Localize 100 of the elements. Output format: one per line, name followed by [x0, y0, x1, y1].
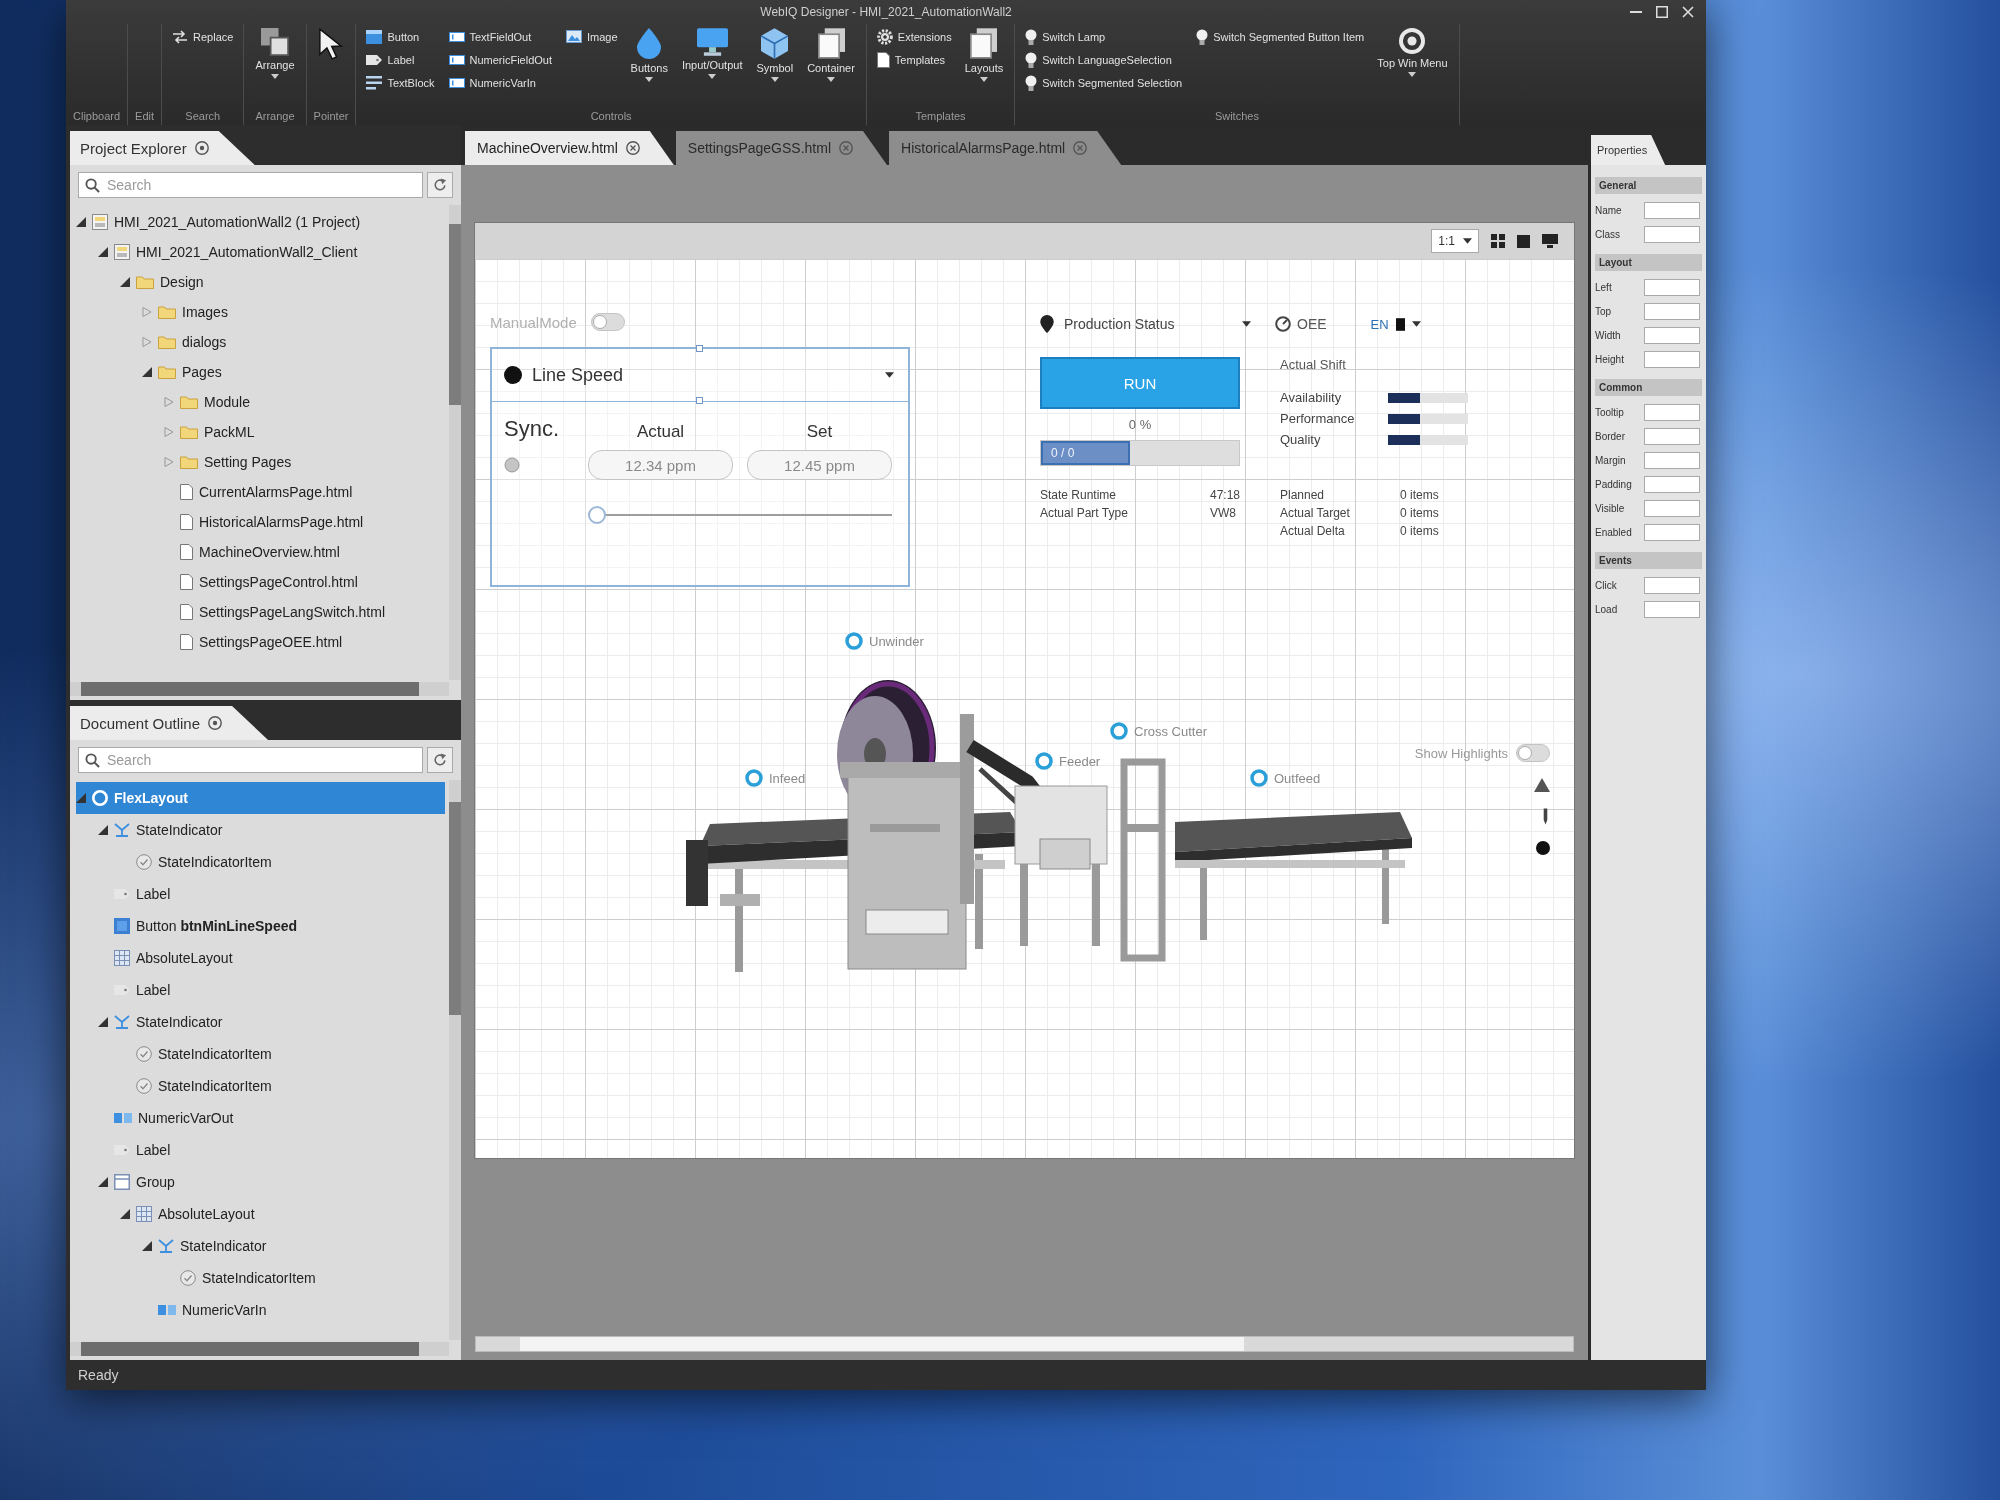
property-field[interactable]: [1644, 326, 1700, 344]
tree-item[interactable]: Button btnMinLineSpeed: [98, 910, 306, 942]
ribbon-button[interactable]: Input/Output: [677, 26, 747, 81]
resize-handle[interactable]: [696, 345, 703, 352]
panel-tab[interactable]: Project Explorer: [70, 131, 255, 165]
document-tab[interactable]: HistoricalAlarmsPage.html: [889, 131, 1122, 165]
tree-item[interactable]: StateIndicatorItem: [120, 846, 280, 878]
scrollbar[interactable]: [70, 682, 449, 696]
tree-item[interactable]: CurrentAlarmsPage.html: [164, 477, 361, 507]
tree-item[interactable]: Pages: [142, 357, 230, 387]
grid-icon[interactable]: [1491, 234, 1505, 248]
section-header[interactable]: Layout: [1595, 254, 1702, 271]
ribbon-button[interactable]: Switch LanguageSelection: [1022, 49, 1186, 70]
tree-item[interactable]: StateIndicator: [142, 1230, 275, 1262]
document-tab[interactable]: MachineOverview.html: [465, 131, 674, 165]
tree-item[interactable]: HMI_2021_AutomationWall2_Client: [98, 237, 366, 267]
monitor-icon[interactable]: [1542, 234, 1558, 248]
tree-item[interactable]: Label: [98, 878, 179, 910]
ribbon-button[interactable]: TextFieldOut: [445, 26, 556, 47]
document-tab[interactable]: SettingsPageGSS.html: [675, 131, 887, 165]
tree-item[interactable]: Setting Pages: [164, 447, 300, 477]
tree-item[interactable]: StateIndicatorItem: [120, 1070, 280, 1102]
ring-icon[interactable]: [1035, 752, 1053, 770]
section-header[interactable]: General: [1595, 177, 1702, 194]
tree-item[interactable]: HMI_2021_AutomationWall2 (1 Project): [76, 207, 369, 237]
ribbon-button[interactable]: Templates: [873, 49, 955, 70]
ribbon-button[interactable]: Replace: [169, 26, 237, 47]
ring-icon[interactable]: [745, 769, 763, 787]
property-field[interactable]: [1644, 201, 1700, 219]
refresh-button[interactable]: [427, 172, 453, 198]
close-icon[interactable]: [625, 141, 640, 155]
property-field[interactable]: [1644, 350, 1700, 368]
section-header[interactable]: Events: [1595, 552, 1702, 569]
scrollbar[interactable]: [70, 1342, 449, 1356]
ribbon-button[interactable]: Extensions: [873, 26, 955, 47]
section-header[interactable]: Common: [1595, 379, 1702, 396]
expand-arrow-icon[interactable]: [120, 1209, 130, 1219]
scrollbar[interactable]: [449, 780, 461, 1340]
tree-item[interactable]: StateIndicator: [98, 814, 231, 846]
ribbon-button[interactable]: Layouts: [960, 26, 1008, 84]
ribbon-button[interactable]: Switch Lamp: [1022, 26, 1186, 47]
ribbon-button[interactable]: Button: [363, 26, 438, 47]
ring-icon[interactable]: [845, 632, 863, 650]
oee-button[interactable]: OEE: [1275, 309, 1327, 339]
search-field[interactable]: Search: [78, 747, 423, 773]
circle-icon[interactable]: [208, 716, 223, 730]
tree-item[interactable]: HistoricalAlarmsPage.html: [164, 507, 372, 537]
property-field[interactable]: [1644, 523, 1700, 541]
ribbon-button[interactable]: Top Win Menu: [1373, 26, 1452, 79]
tree-item[interactable]: StateIndicatorItem: [120, 1038, 280, 1070]
tree-item[interactable]: SettingsPageOEE.html: [164, 627, 351, 657]
expand-arrow-icon[interactable]: [142, 367, 152, 377]
tree-item[interactable]: AbsoluteLayout: [98, 942, 241, 974]
expand-arrow-icon[interactable]: [98, 825, 108, 835]
ribbon-button[interactable]: TextBlock: [363, 72, 438, 93]
square-icon[interactable]: [1517, 234, 1530, 248]
circle-icon[interactable]: [194, 141, 209, 155]
tree-item[interactable]: Group: [98, 1166, 183, 1198]
tree-item[interactable]: StateIndicatorItem: [164, 1262, 324, 1294]
expand-arrow-icon[interactable]: [98, 247, 108, 257]
language-dropdown[interactable]: EN: [1370, 309, 1421, 339]
tree-item[interactable]: Module: [164, 387, 258, 417]
property-field[interactable]: [1644, 302, 1700, 320]
ribbon-button[interactable]: Switch Segmented Button Item: [1193, 26, 1368, 47]
tree-item[interactable]: StateIndicator: [98, 1006, 231, 1038]
tree-item[interactable]: Design: [120, 267, 212, 297]
maximize-icon[interactable]: [1656, 6, 1668, 18]
tree-item[interactable]: Images: [142, 297, 236, 327]
expand-arrow-icon[interactable]: [142, 1241, 152, 1251]
slider-thumb[interactable]: [588, 506, 606, 524]
tree-item[interactable]: AbsoluteLayout: [120, 1198, 263, 1230]
toggle-switch[interactable]: [1516, 744, 1550, 762]
ring-icon[interactable]: [1110, 722, 1128, 740]
property-field[interactable]: [1644, 576, 1700, 594]
ribbon-button[interactable]: Arrange: [251, 26, 299, 81]
ribbon-button[interactable]: Buttons: [626, 26, 672, 84]
panel-tab[interactable]: Properties: [1591, 135, 1666, 165]
tree-item[interactable]: MachineOverview.html: [164, 537, 348, 567]
panel-tab[interactable]: Document Outline: [70, 706, 269, 740]
ribbon-button[interactable]: NumericFieldOut: [445, 49, 556, 70]
expand-arrow-icon[interactable]: [76, 217, 86, 227]
tree-item[interactable]: PackML: [164, 417, 263, 447]
production-status-dropdown[interactable]: Production Status: [1040, 309, 1255, 339]
ribbon-button[interactable]: Image: [563, 26, 621, 47]
property-field[interactable]: [1644, 475, 1700, 493]
tree-item[interactable]: NumericVarIn: [142, 1294, 275, 1326]
ribbon-button[interactable]: Switch Segmented Selection: [1022, 72, 1186, 93]
tree-item[interactable]: SettingsPageControl.html: [164, 567, 366, 597]
search-field[interactable]: Search: [78, 172, 423, 198]
ribbon-button[interactable]: Label: [363, 49, 438, 70]
ring-icon[interactable]: [1250, 769, 1268, 787]
tree-item[interactable]: FlexLayout: [76, 782, 445, 814]
ribbon-button[interactable]: NumericVarIn: [445, 72, 556, 93]
tree-item[interactable]: Label: [98, 974, 179, 1006]
expand-arrow-icon[interactable]: [120, 277, 130, 287]
property-field[interactable]: [1644, 403, 1700, 421]
expand-arrow-icon[interactable]: [98, 1177, 108, 1187]
scrollbar[interactable]: [475, 1336, 1574, 1352]
tree-item[interactable]: Label: [98, 1134, 179, 1166]
tree-item[interactable]: NumericVarOut: [98, 1102, 242, 1134]
